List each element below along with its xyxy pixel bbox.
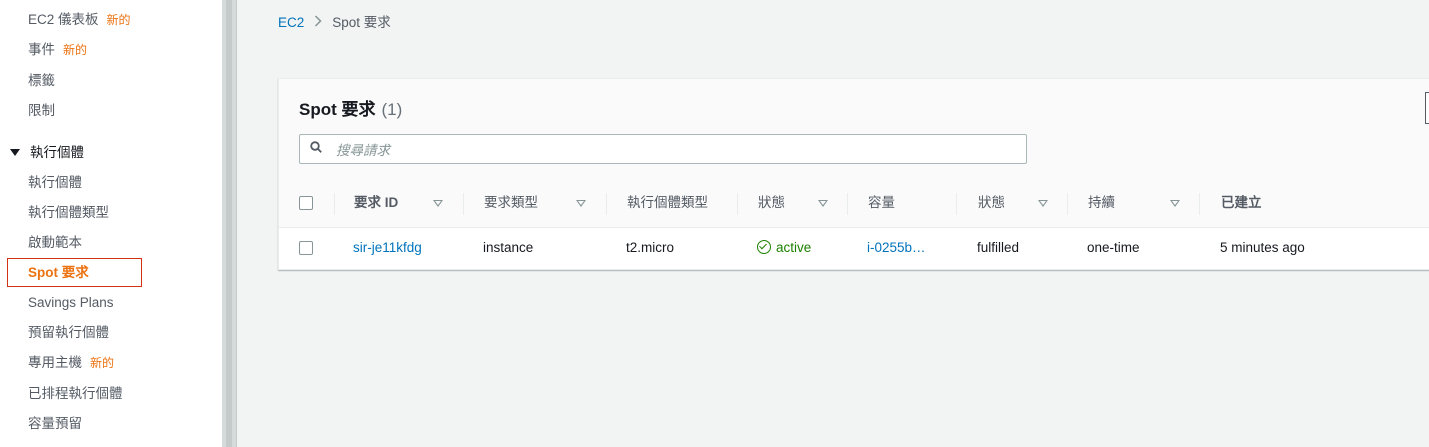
capacity-instance-link[interactable]: i-0255b…	[867, 239, 926, 257]
column-header-request-type[interactable]: 要求類型	[484, 194, 538, 212]
created-cell: 5 minutes ago	[1220, 240, 1305, 255]
column-separator	[956, 193, 957, 215]
item-count: (1)	[381, 100, 403, 119]
sidebar-divider	[226, 0, 232, 447]
column-separator	[606, 193, 607, 215]
sidebar-item-label: Spot 要求	[28, 265, 89, 280]
sidebar-item-events[interactable]: 事件 新的	[28, 41, 87, 59]
column-header-persistence[interactable]: 持續	[1088, 194, 1115, 212]
persistence-cell: one-time	[1087, 240, 1140, 255]
sidebar-item-label: 容量預留	[28, 416, 82, 431]
sidebar-item-instance-types[interactable]: 執行個體類型	[28, 204, 109, 222]
status-cell: fulfilled	[977, 240, 1020, 255]
table-header-row: 要求 ID 要求類型 執行個體類型 狀態 容量 狀態 持續 已建立	[279, 179, 1429, 228]
sort-icon[interactable]	[818, 200, 828, 207]
sidebar-item-capacity-reservations[interactable]: 容量預留	[28, 415, 82, 433]
breadcrumb-current: Spot 要求	[332, 15, 391, 30]
column-separator	[1067, 193, 1068, 215]
column-header-status[interactable]: 狀態	[978, 194, 1005, 212]
column-header-request-id[interactable]: 要求 ID	[354, 194, 398, 212]
breadcrumb-ec2-link[interactable]: EC2	[278, 15, 304, 30]
column-header-instance-type[interactable]: 執行個體類型	[627, 194, 708, 212]
column-separator	[847, 193, 848, 215]
panel-title-text: Spot 要求	[299, 100, 376, 119]
check-circle-icon	[757, 240, 771, 254]
sidebar-item-spot-requests[interactable]: Spot 要求	[28, 264, 89, 282]
sidebar-item-label: 執行個體類型	[28, 205, 109, 220]
state-text: active	[776, 240, 812, 255]
column-separator	[1199, 193, 1200, 215]
sidebar-item-label: 專用主機	[28, 355, 82, 370]
actions-button[interactable]	[1425, 92, 1429, 124]
sidebar-item-savings-plans[interactable]: Savings Plans	[28, 294, 114, 312]
sidebar-item-label: 限制	[28, 103, 55, 118]
column-separator	[463, 193, 464, 215]
sidebar-item-launch-templates[interactable]: 啟動範本	[28, 234, 82, 252]
caret-down-icon	[10, 149, 20, 156]
sidebar-section-instances[interactable]: 執行個體	[10, 144, 84, 162]
sidebar-item-limits[interactable]: 限制	[28, 102, 55, 120]
search-icon	[310, 141, 322, 153]
sidebar-item-label: 啟動範本	[28, 235, 82, 250]
sort-icon[interactable]	[433, 200, 443, 207]
sidebar-item-label: 標籤	[28, 73, 55, 88]
sort-icon[interactable]	[576, 200, 586, 207]
search-box[interactable]	[299, 134, 1027, 164]
row-checkbox[interactable]	[299, 241, 313, 255]
sidebar-item-tags[interactable]: 標籤	[28, 72, 55, 90]
panel-header: Spot 要求 (1)	[279, 79, 1429, 180]
sort-icon[interactable]	[1170, 200, 1180, 207]
sidebar-item-ec2-dashboard[interactable]: EC2 儀表板 新的	[28, 11, 131, 29]
new-badge: 新的	[90, 356, 115, 370]
column-separator	[737, 193, 738, 215]
sidebar-item-reserved-instances[interactable]: 預留執行個體	[28, 324, 109, 342]
instance-type-cell: t2.micro	[626, 240, 675, 255]
column-separator	[334, 193, 335, 215]
page-title: Spot 要求 (1)	[299, 99, 402, 121]
sidebar-item-instances[interactable]: 執行個體	[28, 174, 82, 192]
sidebar-item-scheduled-instances[interactable]: 已排程執行個體	[28, 385, 123, 403]
sidebar: EC2 儀表板 新的 事件 新的 標籤 限制 執行個體 執行個體 執行個體類型 啟動…	[0, 0, 223, 447]
new-badge: 新的	[106, 13, 131, 27]
column-header-capacity[interactable]: 容量	[868, 194, 895, 212]
select-all-checkbox[interactable]	[299, 196, 313, 210]
spot-requests-table-panel: Spot 要求 (1) 要求 ID 要求類型 執行個體類型 狀態 容量 狀態 持續…	[278, 78, 1429, 270]
sidebar-item-label: 執行個體	[28, 175, 82, 190]
sort-icon[interactable]	[1038, 200, 1048, 207]
search-input[interactable]	[334, 139, 1018, 161]
sidebar-item-dedicated-hosts[interactable]: 專用主機 新的	[28, 354, 114, 372]
sidebar-item-label: 預留執行個體	[28, 325, 109, 340]
new-badge: 新的	[63, 43, 88, 57]
sidebar-item-label: Savings Plans	[28, 295, 114, 310]
sidebar-item-label: 已排程執行個體	[28, 386, 123, 401]
state-cell: active	[757, 239, 811, 257]
column-header-created[interactable]: 已建立	[1221, 194, 1262, 212]
sidebar-item-label: 事件	[28, 42, 55, 57]
breadcrumb: EC2 Spot 要求	[278, 14, 391, 32]
sidebar-item-label: EC2 儀表板	[28, 12, 99, 27]
sidebar-section-label: 執行個體	[30, 145, 84, 160]
chevron-right-icon	[314, 14, 322, 32]
table-row[interactable]: sir-je11kfdg instance t2.micro active i-…	[279, 228, 1429, 268]
column-header-state[interactable]: 狀態	[758, 194, 785, 212]
request-id-link[interactable]: sir-je11kfdg	[353, 239, 422, 257]
request-type-cell: instance	[483, 240, 534, 255]
